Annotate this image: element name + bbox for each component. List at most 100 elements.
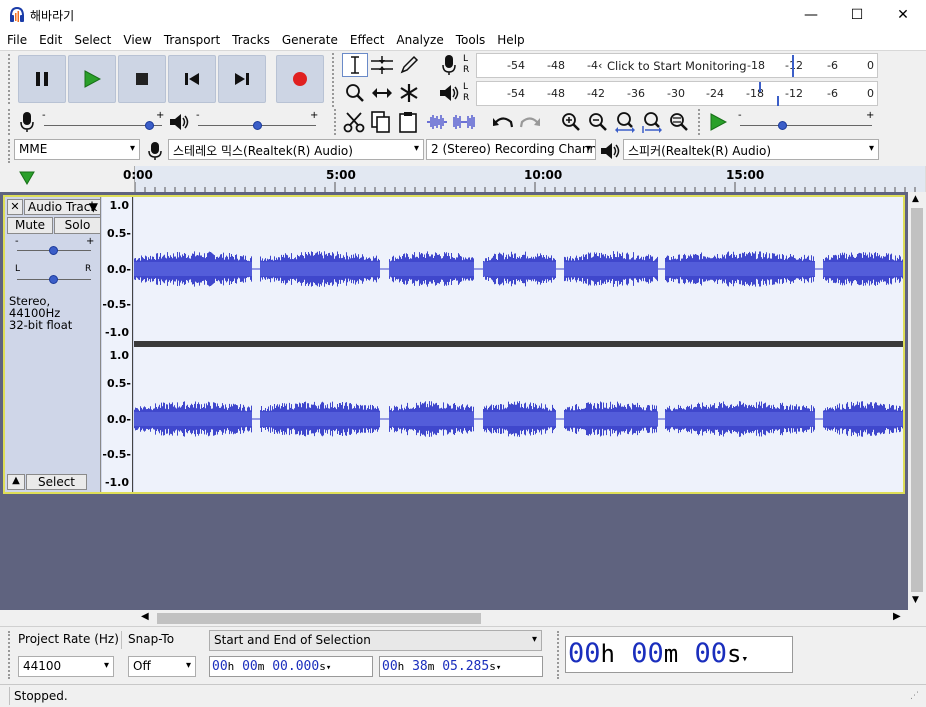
play-button[interactable]	[68, 55, 116, 103]
amplitude-scale[interactable]: 1.0 0.5- 0.0- -0.5- -1.0 1.0 0.5- 0.0- -…	[102, 197, 133, 492]
minimize-button[interactable]: —	[788, 0, 834, 30]
menu-transport[interactable]: Transport	[157, 30, 225, 50]
track-control-panel[interactable]: ✕ Audio Track ▼ Mute Solo - + L R Stereo,…	[5, 197, 101, 492]
trim-button[interactable]	[424, 110, 450, 134]
gain-knob[interactable]	[49, 246, 58, 255]
menu-select[interactable]: Select	[67, 30, 116, 50]
menu-generate[interactable]: Generate	[275, 30, 343, 50]
toolbar-grip[interactable]	[8, 139, 10, 163]
fit-project-button[interactable]	[639, 110, 665, 134]
toolbar-grip[interactable]	[8, 109, 10, 135]
cut-button[interactable]	[341, 110, 367, 134]
play-meter[interactable]: -54 -48 -42 -36 -30 -24 -18 -12 -6 0	[476, 81, 878, 106]
envelope-tool[interactable]	[369, 53, 395, 77]
scroll-down-icon[interactable]: ▼	[912, 595, 919, 605]
project-rate-select[interactable]: 44100 ▾	[18, 656, 114, 677]
draw-tool[interactable]	[396, 53, 422, 77]
playback-volume-knob[interactable]	[253, 121, 262, 130]
skip-to-end-button[interactable]	[218, 55, 266, 103]
menu-edit[interactable]: Edit	[32, 30, 67, 50]
multi-tool[interactable]	[396, 81, 422, 105]
redo-button[interactable]	[517, 110, 543, 134]
record-volume-knob[interactable]	[145, 121, 154, 130]
scroll-right-icon[interactable]: ▶	[893, 611, 901, 622]
audio-track[interactable]: ✕ Audio Track ▼ Mute Solo - + L R Stereo,…	[3, 195, 905, 494]
playback-device-select[interactable]: 스피커(Realtek(R) Audio) ▾	[623, 139, 879, 160]
dropdown-arrow-icon[interactable]: ▾	[326, 663, 331, 673]
collapse-track-button[interactable]: ▲	[7, 474, 25, 490]
waveform-display[interactable]	[134, 197, 903, 492]
microphone-icon	[20, 112, 34, 132]
selection-tool[interactable]	[342, 53, 368, 77]
record-meter[interactable]: -54 -48 -4‹ Click to Start Monitoring -1…	[476, 53, 878, 78]
gain-min: -	[15, 236, 19, 247]
toolbar-grip[interactable]	[334, 109, 336, 135]
menu-view[interactable]: View	[116, 30, 156, 50]
menu-help[interactable]: Help	[490, 30, 529, 50]
playback-speed-slider[interactable]	[740, 125, 872, 126]
menu-file[interactable]: File	[0, 30, 32, 50]
play-meter-button[interactable]	[436, 81, 462, 105]
select-track-button[interactable]: Select	[26, 474, 87, 490]
vertical-scrollbar[interactable]: ▲ ▼	[908, 192, 926, 610]
play-at-speed-button[interactable]	[705, 110, 731, 134]
record-button[interactable]	[276, 55, 324, 103]
zoom-in-button[interactable]	[558, 110, 584, 134]
vertical-scroll-thumb[interactable]	[911, 208, 923, 592]
timeline-ruler[interactable]: 0:00 5:00 10:00 15:00	[0, 166, 926, 192]
fit-selection-button[interactable]	[612, 110, 638, 134]
recording-channels-select[interactable]: 2 (Stereo) Recording Chann ▾	[426, 139, 596, 160]
undo-button[interactable]	[490, 110, 516, 134]
dropdown-arrow-icon[interactable]: ▾	[741, 652, 748, 665]
pan-knob[interactable]	[49, 275, 58, 284]
menu-tools[interactable]: Tools	[449, 30, 491, 50]
zoom-selection-icon	[615, 112, 635, 133]
selection-start-time[interactable]: 00h 00m 00.000s▾	[209, 656, 373, 677]
record-meter-button[interactable]	[436, 53, 462, 77]
copy-button[interactable]	[368, 110, 394, 134]
zoom-out-button[interactable]	[585, 110, 611, 134]
audio-position-time[interactable]: 00h 00m 00s▾	[565, 636, 793, 673]
solo-button[interactable]: Solo	[54, 217, 101, 234]
microphone-icon	[148, 142, 162, 160]
toolbar-grip[interactable]	[8, 631, 10, 679]
stop-button[interactable]	[118, 55, 166, 103]
click-to-start-monitoring[interactable]: Click to Start Monitoring	[607, 59, 747, 73]
selection-mode-select[interactable]: Start and End of Selection ▾	[209, 630, 542, 651]
timeline-play-head-icon[interactable]	[18, 170, 36, 186]
toolbar-grip[interactable]	[698, 109, 700, 135]
audio-host-select[interactable]: MME ▾	[14, 139, 140, 160]
track-name-menu[interactable]: Audio Track ▼	[24, 199, 101, 215]
l-label: L	[463, 54, 469, 64]
skip-to-start-button[interactable]	[168, 55, 216, 103]
playback-device-icon-wrap	[597, 139, 623, 163]
toolbar-grip[interactable]	[557, 631, 559, 679]
time-shift-tool[interactable]	[369, 81, 395, 105]
mute-button[interactable]: Mute	[7, 217, 53, 234]
dropdown-arrow-icon[interactable]: ▾	[496, 663, 501, 673]
silence-button[interactable]	[451, 110, 477, 134]
scroll-left-icon[interactable]: ◀	[141, 611, 149, 622]
menu-analyze[interactable]: Analyze	[389, 30, 448, 50]
selection-end-time[interactable]: 00h 38m 05.285s▾	[379, 656, 543, 677]
snap-to-select[interactable]: Off ▾	[128, 656, 196, 677]
skip-end-icon	[235, 73, 249, 85]
close-button[interactable]: ✕	[880, 0, 926, 30]
toolbar-grip[interactable]	[8, 54, 12, 104]
zoom-tool[interactable]	[342, 81, 368, 105]
track-close-button[interactable]: ✕	[7, 199, 23, 215]
toolbar-grip[interactable]	[332, 53, 334, 107]
horizontal-scroll-thumb[interactable]	[157, 613, 481, 624]
zoom-toggle-button[interactable]	[666, 110, 692, 134]
recording-device-select[interactable]: 스테레오 믹스(Realtek(R) Audio) ▾	[168, 139, 424, 160]
horizontal-scrollbar[interactable]: ◀ ▶	[0, 610, 926, 626]
maximize-button[interactable]: ☐	[834, 0, 880, 30]
time-tick-10: 10:00	[524, 168, 563, 182]
paste-button[interactable]	[395, 110, 421, 134]
menu-effect[interactable]: Effect	[343, 30, 390, 50]
resize-grip-icon[interactable]: ⋰	[910, 691, 919, 701]
pause-button[interactable]	[18, 55, 66, 103]
scroll-up-icon[interactable]: ▲	[912, 194, 919, 204]
playback-speed-knob[interactable]	[778, 121, 787, 130]
menu-tracks[interactable]: Tracks	[225, 30, 275, 50]
